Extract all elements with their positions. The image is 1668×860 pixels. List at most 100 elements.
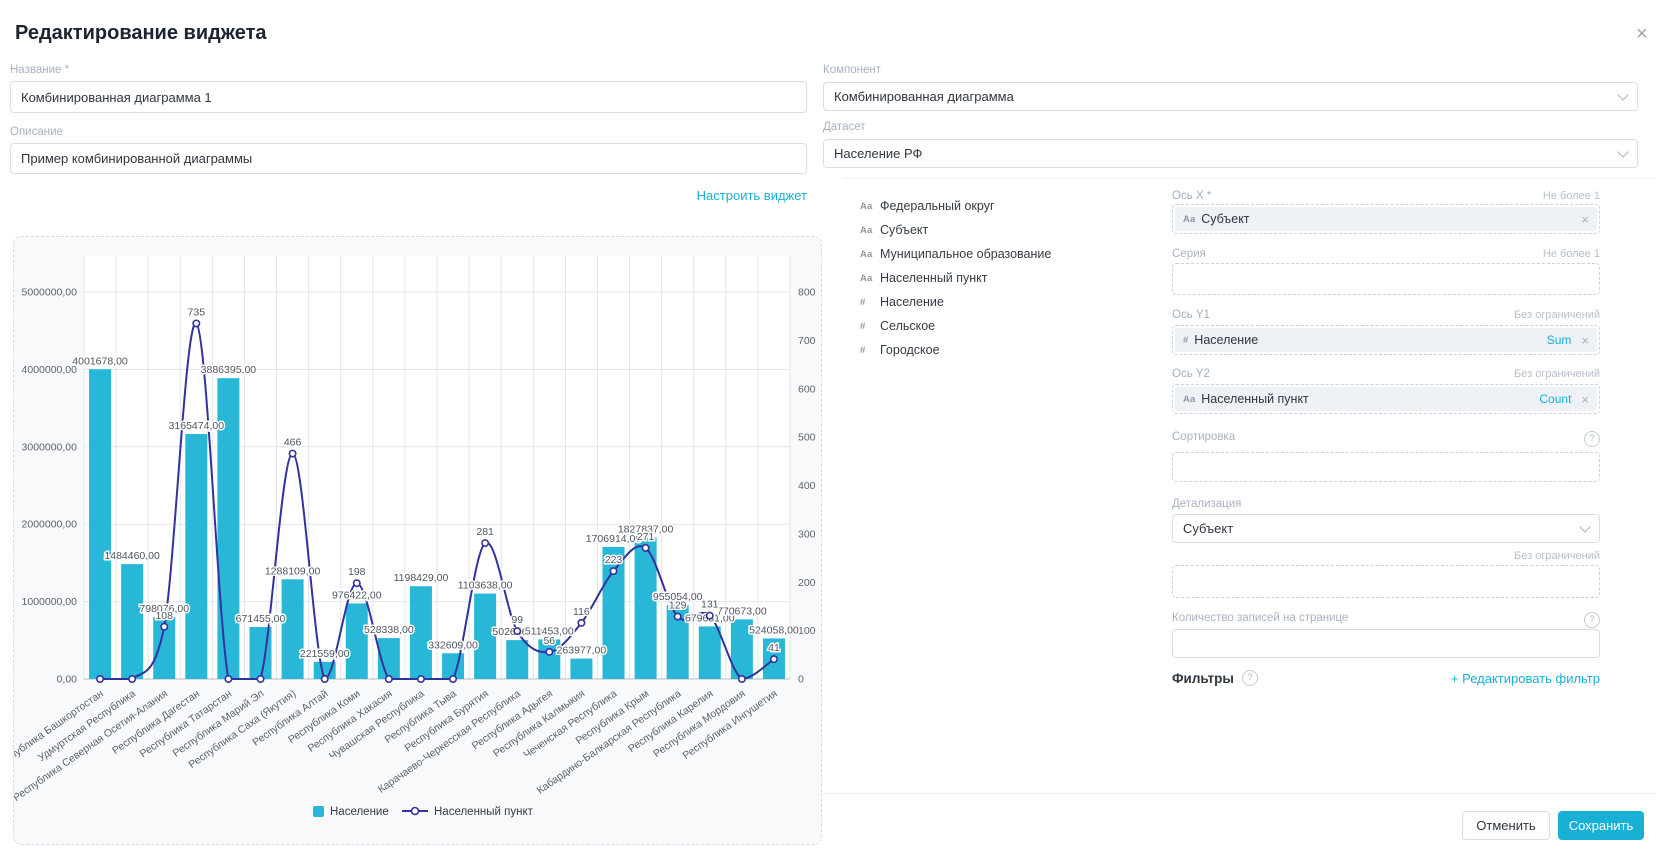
svg-text:223: 223 bbox=[605, 554, 623, 566]
component-value: Комбинированная диаграмма bbox=[834, 89, 1619, 104]
svg-text:131: 131 bbox=[701, 599, 719, 611]
detalization-select[interactable]: Субъект bbox=[1172, 514, 1600, 543]
dataset-select[interactable]: Население РФ bbox=[823, 139, 1638, 168]
svg-text:271: 271 bbox=[637, 531, 655, 543]
aggregation-badge[interactable]: Count bbox=[1539, 392, 1571, 406]
number-field-icon: # bbox=[860, 297, 876, 308]
svg-text:99: 99 bbox=[511, 614, 523, 626]
svg-text:700: 700 bbox=[798, 335, 816, 347]
remove-icon[interactable]: × bbox=[1581, 392, 1589, 407]
svg-text:528338,00: 528338,00 bbox=[364, 624, 414, 636]
svg-text:2000000,00: 2000000,00 bbox=[22, 519, 78, 531]
save-button[interactable]: Сохранить bbox=[1558, 811, 1644, 840]
svg-text:3886395,00: 3886395,00 bbox=[201, 364, 257, 376]
axis-y2-chip-label: Населенный пункт bbox=[1201, 392, 1309, 406]
number-field-icon: # bbox=[1183, 335, 1188, 346]
aggregation-badge[interactable]: Sum bbox=[1547, 333, 1572, 347]
axis-y1-label: Ось Y1 bbox=[1172, 309, 1210, 321]
help-icon[interactable]: ? bbox=[1584, 431, 1600, 447]
dataset-field-list: АаФедеральный округАаСубъектАаМуниципаль… bbox=[860, 194, 1051, 362]
series-dropzone[interactable] bbox=[1172, 263, 1600, 295]
axis-x-chip[interactable]: Аа Субъект × bbox=[1175, 207, 1597, 231]
dataset-field-item[interactable]: АаМуниципальное образование bbox=[860, 242, 1051, 266]
svg-text:Население: Население bbox=[330, 806, 389, 818]
svg-text:976422,00: 976422,00 bbox=[332, 589, 382, 601]
svg-text:281: 281 bbox=[476, 526, 494, 538]
sorting-dropzone[interactable] bbox=[1172, 452, 1600, 482]
description-label: Описание bbox=[10, 126, 63, 138]
dataset-field-item[interactable]: #Городское bbox=[860, 338, 1051, 362]
svg-text:3165474,00: 3165474,00 bbox=[169, 420, 225, 432]
text-field-icon: Аа bbox=[860, 201, 876, 212]
svg-text:1198429,00: 1198429,00 bbox=[394, 572, 449, 584]
svg-text:500: 500 bbox=[798, 432, 816, 444]
description-input[interactable] bbox=[10, 143, 807, 174]
dataset-field-item[interactable]: АаНаселенный пункт bbox=[860, 266, 1051, 290]
dataset-field-item[interactable]: #Сельское bbox=[860, 314, 1051, 338]
svg-text:332609,00: 332609,00 bbox=[428, 639, 478, 651]
help-icon[interactable]: ? bbox=[1584, 612, 1600, 628]
component-label: Компонент bbox=[823, 64, 881, 76]
svg-text:770673,00: 770673,00 bbox=[717, 605, 767, 617]
svg-text:100: 100 bbox=[798, 625, 816, 637]
axis-y2-chip[interactable]: Аа Населенный пункт Count × bbox=[1175, 387, 1597, 411]
axis-x-limit: Не более 1 bbox=[1543, 190, 1600, 202]
configure-widget-link[interactable]: Настроить виджет bbox=[697, 188, 807, 203]
name-input[interactable] bbox=[10, 81, 807, 113]
svg-text:466: 466 bbox=[284, 437, 302, 449]
combo-chart: 0,00 1000000,00 2000000,00 3000000,00 400000… bbox=[14, 237, 821, 844]
dataset-label: Датасет bbox=[823, 121, 866, 133]
remove-icon[interactable]: × bbox=[1581, 333, 1589, 348]
svg-text:41: 41 bbox=[768, 642, 780, 654]
svg-text:198: 198 bbox=[348, 566, 366, 578]
dataset-field-item[interactable]: АаСубъект bbox=[860, 218, 1051, 242]
dataset-field-item[interactable]: АаФедеральный округ bbox=[860, 194, 1051, 218]
dataset-field-name: Городское bbox=[880, 343, 940, 357]
close-icon[interactable]: × bbox=[1636, 24, 1648, 44]
svg-text:4000000,00: 4000000,00 bbox=[22, 364, 78, 376]
svg-text:1288109,00: 1288109,00 bbox=[265, 565, 321, 577]
component-select[interactable]: Комбинированная диаграмма bbox=[823, 82, 1638, 111]
page-size-label: Количество записей на странице bbox=[1172, 612, 1348, 628]
svg-text:0,00: 0,00 bbox=[57, 674, 78, 686]
text-field-icon: Аа bbox=[1183, 214, 1195, 225]
svg-text:0: 0 bbox=[798, 674, 804, 686]
svg-text:1484460,00: 1484460,00 bbox=[104, 550, 160, 562]
detalization-value: Субъект bbox=[1183, 521, 1581, 536]
svg-text:524058,00: 524058,00 bbox=[749, 624, 799, 636]
remove-icon[interactable]: × bbox=[1581, 212, 1589, 227]
svg-text:221559,00: 221559,00 bbox=[300, 648, 350, 660]
text-field-icon: Аа bbox=[860, 225, 876, 236]
axis-y2-limit: Без ограничений bbox=[1514, 368, 1600, 380]
text-field-icon: Аа bbox=[860, 249, 876, 260]
dataset-value: Население РФ bbox=[834, 146, 1619, 161]
svg-text:56: 56 bbox=[543, 635, 555, 647]
help-icon[interactable]: ? bbox=[1242, 670, 1258, 686]
axis-y1-dropzone[interactable]: # Население Sum × bbox=[1172, 325, 1600, 355]
number-field-icon: # bbox=[860, 321, 876, 332]
svg-text:1000000,00: 1000000,00 bbox=[22, 596, 78, 608]
svg-text:1103638,00: 1103638,00 bbox=[458, 580, 513, 592]
extra-dropzone[interactable] bbox=[1172, 565, 1600, 598]
dataset-field-name: Населенный пункт bbox=[880, 271, 988, 285]
axis-x-label: Ось X * bbox=[1172, 190, 1211, 202]
dataset-field-name: Население bbox=[880, 295, 944, 309]
svg-text:3000000,00: 3000000,00 bbox=[22, 441, 78, 453]
cancel-button[interactable]: Отменить bbox=[1462, 811, 1550, 840]
detalization-label: Детализация bbox=[1172, 498, 1241, 510]
svg-text:200: 200 bbox=[798, 577, 816, 589]
edit-filter-link[interactable]: + Редактировать фильтр bbox=[1451, 671, 1600, 686]
sorting-label: Сортировка bbox=[1172, 431, 1235, 447]
svg-text:129: 129 bbox=[669, 600, 687, 612]
divider bbox=[843, 178, 1656, 179]
svg-text:400: 400 bbox=[798, 480, 816, 492]
svg-text:735: 735 bbox=[188, 306, 206, 318]
text-field-icon: Аа bbox=[1183, 394, 1195, 405]
axis-x-dropzone[interactable]: Аа Субъект × bbox=[1172, 204, 1600, 234]
axis-y2-dropzone[interactable]: Аа Населенный пункт Count × bbox=[1172, 384, 1600, 414]
page-size-input[interactable] bbox=[1172, 629, 1600, 658]
axis-y1-chip[interactable]: # Население Sum × bbox=[1175, 328, 1597, 352]
dataset-field-item[interactable]: # Население bbox=[860, 290, 1051, 314]
svg-text:800: 800 bbox=[798, 287, 816, 299]
name-label: Название * bbox=[10, 64, 69, 76]
